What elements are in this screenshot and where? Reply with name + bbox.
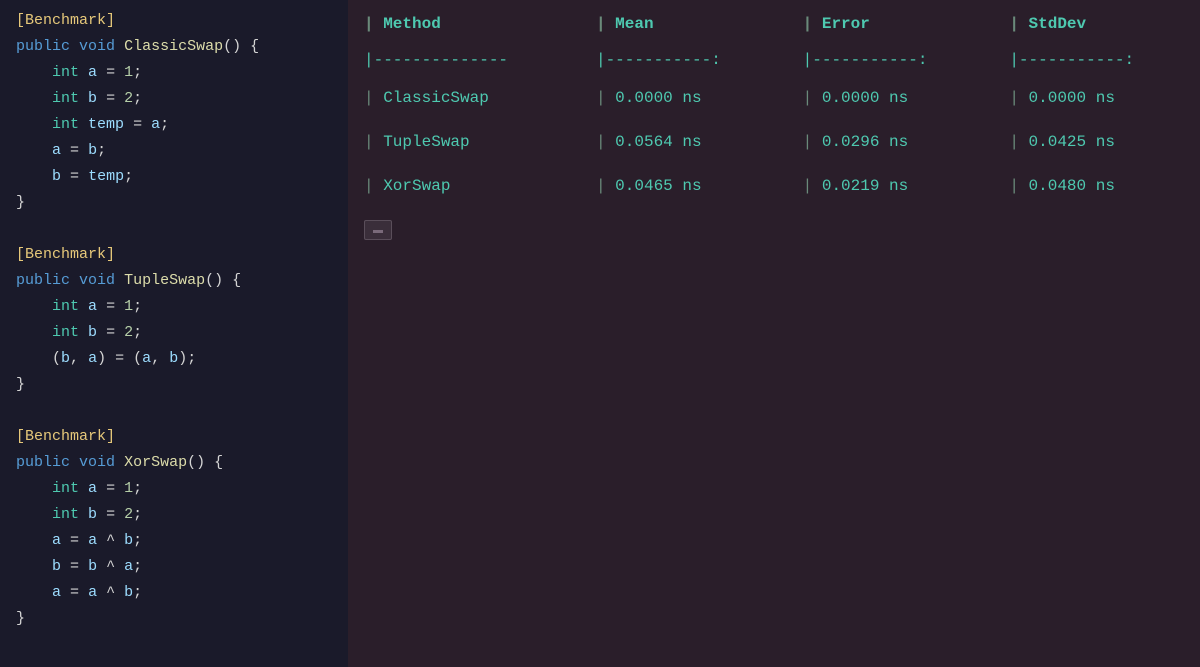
cell-mean: | 0.0465 ns bbox=[580, 164, 787, 208]
spacer bbox=[0, 216, 348, 242]
method-sig-3: public void XorSwap() { bbox=[0, 450, 348, 476]
method-sig-1: public void ClassicSwap() { bbox=[0, 34, 348, 60]
sep-cell: |-----------: bbox=[787, 44, 994, 76]
spacer bbox=[0, 398, 348, 424]
code-line: int a = 1; bbox=[0, 294, 348, 320]
method-sig-2: public void TupleSwap() { bbox=[0, 268, 348, 294]
cell-mean: | 0.0000 ns bbox=[580, 76, 787, 120]
table-row: | ClassicSwap | 0.0000 ns | 0.0000 ns | … bbox=[348, 76, 1200, 120]
header-error: | Error bbox=[787, 0, 994, 44]
benchmark-table: | Method | Mean | Error | StdDev |------… bbox=[348, 0, 1200, 208]
table-separator: |-------------- |-----------: |---------… bbox=[348, 44, 1200, 76]
code-line: a = a ^ b; bbox=[0, 528, 348, 554]
code-line: int b = 2; bbox=[0, 502, 348, 528]
closing-brace-2: } bbox=[0, 372, 348, 398]
results-panel: | Method | Mean | Error | StdDev |------… bbox=[348, 0, 1200, 667]
code-line: int a = 1; bbox=[0, 60, 348, 86]
results-table-area: | Method | Mean | Error | StdDev |------… bbox=[348, 0, 1200, 208]
table-row: | TupleSwap | 0.0564 ns | 0.0296 ns | 0.… bbox=[348, 120, 1200, 164]
table-row: | XorSwap | 0.0465 ns | 0.0219 ns | 0.04… bbox=[348, 164, 1200, 208]
code-line: a = a ^ b; bbox=[0, 580, 348, 606]
code-line: int a = 1; bbox=[0, 476, 348, 502]
cell-stddev: | 0.0480 ns bbox=[993, 164, 1200, 208]
sep-cell: |-----------: bbox=[580, 44, 787, 76]
benchmark-attr-2: [Benchmark] bbox=[0, 242, 348, 268]
sep-cell: |-------------- bbox=[348, 44, 580, 76]
terminal-icon-row bbox=[348, 208, 1200, 252]
code-line: b = temp; bbox=[0, 164, 348, 190]
sep-cell: |-----------: bbox=[993, 44, 1200, 76]
code-line: a = b; bbox=[0, 138, 348, 164]
header-mean: | Mean bbox=[580, 0, 787, 44]
code-line: (b, a) = (a, b); bbox=[0, 346, 348, 372]
code-line: int b = 2; bbox=[0, 86, 348, 112]
terminal-icon bbox=[364, 220, 392, 240]
cell-stddev: | 0.0425 ns bbox=[993, 120, 1200, 164]
header-method: | Method bbox=[348, 0, 580, 44]
benchmark-attr-1: [Benchmark] bbox=[0, 8, 348, 34]
code-line: int b = 2; bbox=[0, 320, 348, 346]
table-header-row: | Method | Mean | Error | StdDev bbox=[348, 0, 1200, 44]
cell-error: | 0.0000 ns bbox=[787, 76, 994, 120]
cell-error: | 0.0219 ns bbox=[787, 164, 994, 208]
closing-brace-1: } bbox=[0, 190, 348, 216]
cell-stddev: | 0.0000 ns bbox=[993, 76, 1200, 120]
header-stddev: | StdDev bbox=[993, 0, 1200, 44]
cell-method: | XorSwap bbox=[348, 164, 580, 208]
code-line: b = b ^ a; bbox=[0, 554, 348, 580]
cell-mean: | 0.0564 ns bbox=[580, 120, 787, 164]
results-empty-area bbox=[348, 208, 1200, 667]
cell-method: | ClassicSwap bbox=[348, 76, 580, 120]
closing-brace-3: } bbox=[0, 606, 348, 632]
cell-error: | 0.0296 ns bbox=[787, 120, 994, 164]
cell-method: | TupleSwap bbox=[348, 120, 580, 164]
benchmark-attr-3: [Benchmark] bbox=[0, 424, 348, 450]
code-editor: [Benchmark] public void ClassicSwap() { … bbox=[0, 0, 348, 667]
code-line: int temp = a; bbox=[0, 112, 348, 138]
